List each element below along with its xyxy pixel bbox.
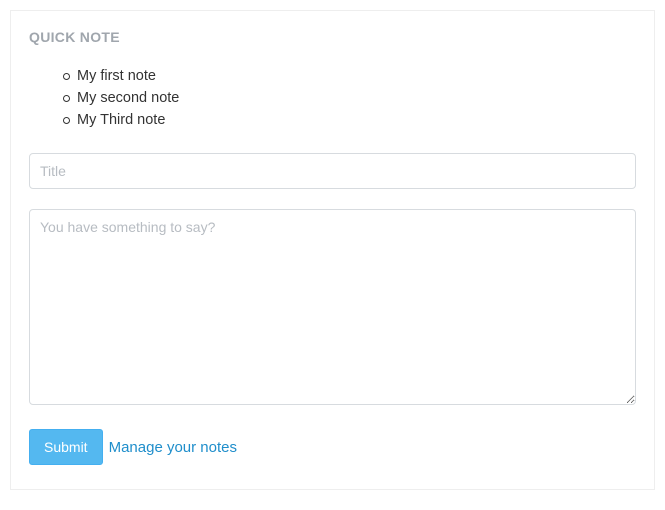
list-item: My first note: [63, 65, 636, 87]
list-item: My Third note: [63, 109, 636, 131]
quick-note-panel: QUICK NOTE My first note My second note …: [10, 10, 655, 490]
note-title-input[interactable]: [29, 153, 636, 189]
list-item: My second note: [63, 87, 636, 109]
panel-title: QUICK NOTE: [29, 29, 636, 45]
note-title: My Third note: [77, 112, 165, 128]
manage-notes-link[interactable]: Manage your notes: [109, 439, 237, 456]
note-body-textarea[interactable]: [29, 209, 636, 405]
form-actions: Submit Manage your notes: [29, 429, 636, 465]
notes-list: My first note My second note My Third no…: [63, 65, 636, 131]
note-title: My second note: [77, 90, 179, 106]
note-title: My first note: [77, 68, 156, 84]
submit-button[interactable]: Submit: [29, 429, 103, 465]
